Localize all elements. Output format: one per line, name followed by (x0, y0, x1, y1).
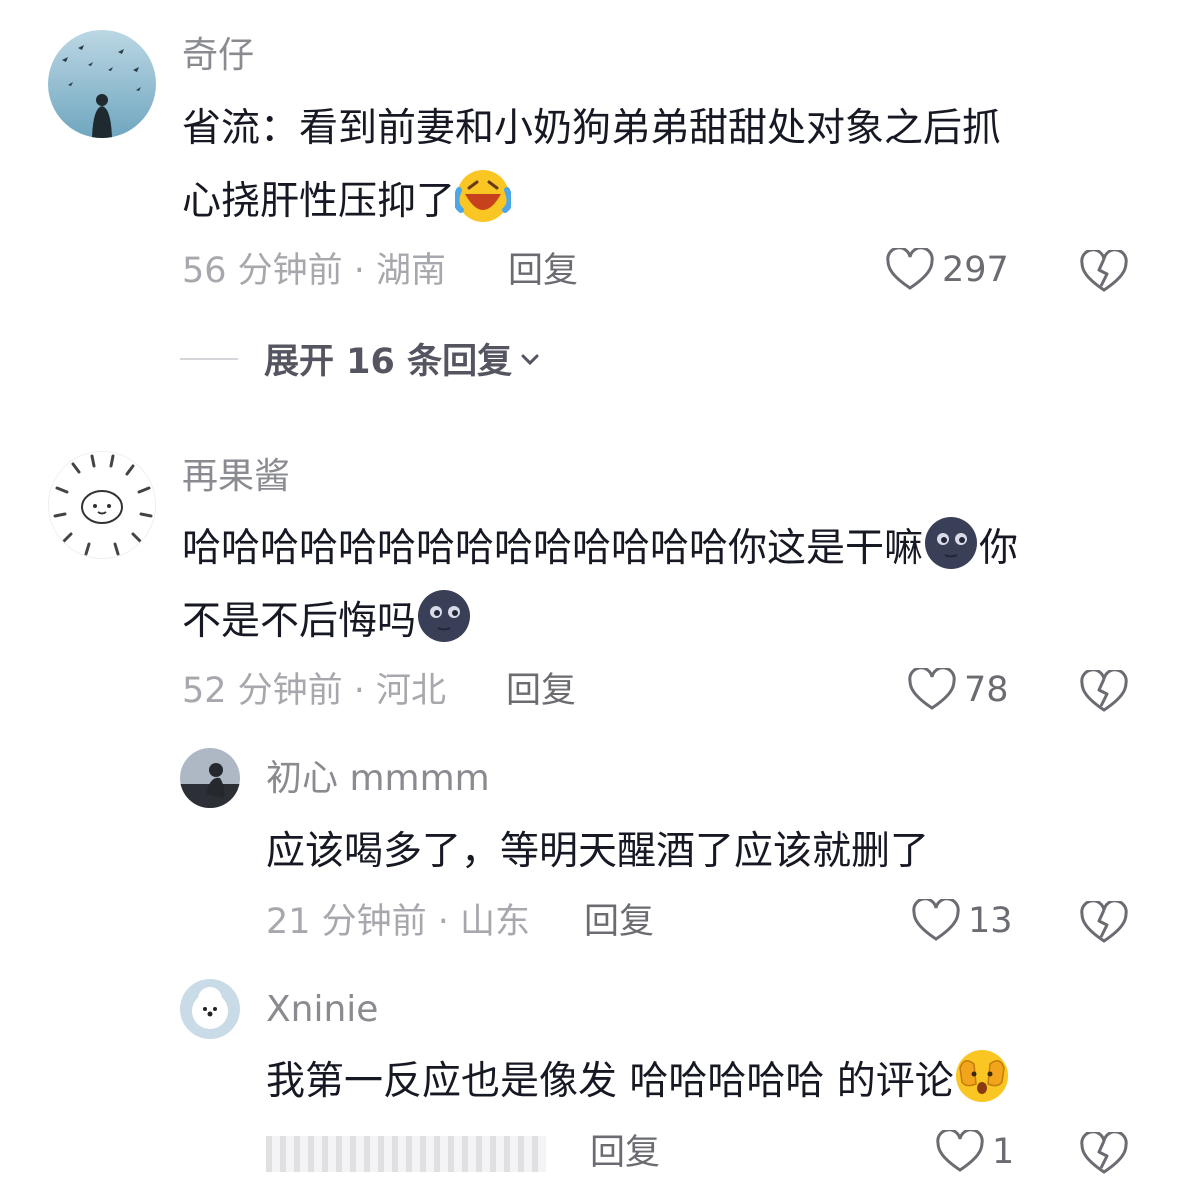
like-count: 13 (968, 900, 1013, 941)
broken-heart-icon[interactable] (1080, 901, 1128, 945)
reply-button[interactable]: 回复 (508, 254, 578, 289)
comment-line-text: 我第一反应也是像发 哈哈哈哈哈 的评论 (266, 1059, 954, 1104)
broken-heart-icon[interactable] (1080, 1132, 1128, 1176)
avatar-image (180, 748, 240, 808)
avatar[interactable] (48, 451, 156, 559)
comment-line-text: 心挠肝性压抑了 (182, 179, 456, 224)
comment-line-text: 哈哈哈哈哈哈哈哈哈哈哈哈哈哈你这是干嘛 (182, 526, 924, 571)
heart-outline-icon (886, 248, 934, 290)
reply-button[interactable]: 回复 (506, 674, 576, 709)
like-button[interactable]: 13 (912, 899, 1013, 943)
comment-line: 省流：看到前妻和小奶狗弟弟甜甜处对象之后抓 (182, 106, 1002, 151)
divider (180, 357, 238, 360)
comment-line-text: 不是不后悔吗 (182, 599, 417, 644)
comment-line: 哈哈哈哈哈哈哈哈哈哈哈哈哈哈你这是干嘛 你 (182, 512, 1018, 585)
broken-heart-icon[interactable] (1080, 250, 1128, 294)
avatar[interactable] (48, 30, 156, 138)
peeking-face-emoji (955, 1050, 1008, 1102)
broken-heart-icon[interactable] (1080, 670, 1128, 714)
comment-line: 不是不后悔吗 (182, 585, 1018, 658)
reply-button[interactable]: 回复 (584, 905, 654, 940)
expand-replies-button[interactable]: 展开 16 条回复 (180, 333, 542, 384)
comment-meta: 52 分钟前 · 河北 (182, 671, 447, 711)
heart-outline-icon (912, 899, 960, 941)
like-button[interactable]: 1 (936, 1130, 1014, 1174)
comment-line: 心挠肝性压抑了 (182, 165, 1001, 238)
comment-text: 应该喝多了，等明天醒酒了应该就删了 (266, 829, 930, 874)
username[interactable]: 初心 mmmm (266, 761, 490, 797)
reply-button[interactable]: 回复 (590, 1136, 660, 1171)
comment-text: 我第一反应也是像发 哈哈哈哈哈 的评论 (266, 1045, 1010, 1118)
comment-meta-obscured (266, 1136, 546, 1172)
expand-replies-label: 展开 16 条回复 (264, 342, 513, 382)
username[interactable]: 再果酱 (182, 459, 290, 495)
comment-text: 哈哈哈哈哈哈哈哈哈哈哈哈哈哈你这是干嘛 你 不是不后悔吗 (182, 512, 1018, 658)
like-button[interactable]: 78 (908, 668, 1009, 712)
like-count: 78 (964, 669, 1009, 710)
avatar-image (49, 452, 155, 558)
avatar[interactable] (180, 979, 240, 1039)
avatar-image (180, 979, 240, 1039)
like-count: 297 (942, 249, 1009, 290)
comment-meta: 56 分钟前 · 湖南 (182, 251, 447, 291)
comment-meta: 21 分钟前 · 山东 (266, 902, 531, 942)
heart-outline-icon (908, 668, 956, 710)
like-count: 1 (992, 1131, 1015, 1172)
comment-line-text: 你 (979, 526, 1019, 571)
like-button[interactable]: 297 (886, 248, 1009, 292)
avatar-image (48, 30, 156, 138)
chevron-down-icon (521, 354, 539, 365)
username[interactable]: 奇仔 (182, 38, 254, 74)
moon-face-emoji (418, 590, 471, 642)
avatar[interactable] (180, 748, 240, 808)
comment-text: 省流：看到前妻和小奶狗弟弟甜甜处对象之后抓 心挠肝性压抑了 (182, 92, 1001, 238)
username[interactable]: Xninie (266, 992, 378, 1028)
heart-outline-icon (936, 1130, 984, 1172)
moon-face-emoji (925, 517, 978, 569)
laugh-cry-emoji (455, 170, 512, 222)
